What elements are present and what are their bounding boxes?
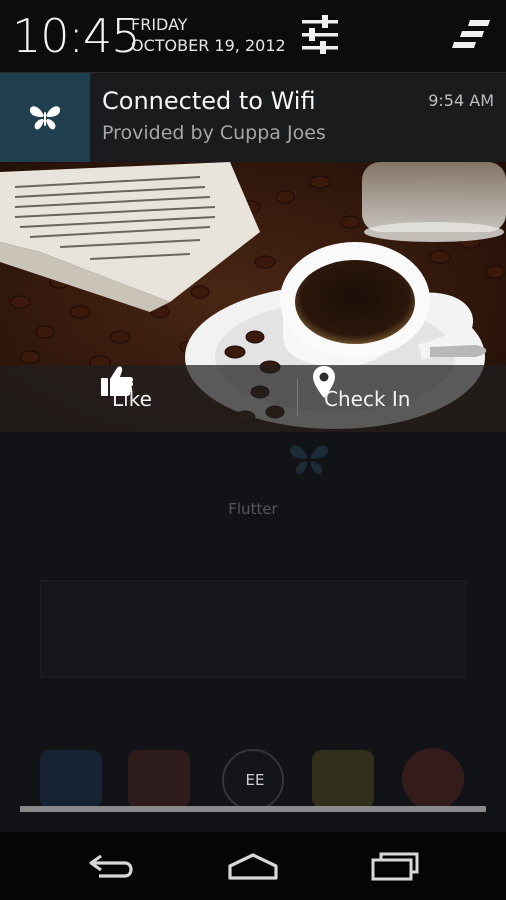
settings-sliders-icon [302, 15, 338, 54]
quick-settings-button[interactable] [300, 12, 342, 58]
check-in-label: Check In [324, 386, 411, 411]
notification-subtitle: Provided by Cuppa Joes [102, 122, 326, 144]
back-button[interactable] [77, 846, 147, 886]
ee-dock-label: EE [245, 771, 265, 789]
clock-time: 10:45 [12, 9, 141, 63]
ee-dock-icon: EE [222, 749, 284, 811]
day-label: FRIDAY [131, 15, 188, 34]
clear-notifications-icon [452, 20, 490, 48]
chrome-app-icon [402, 748, 464, 810]
messaging-app-icon [312, 750, 374, 808]
action-divider [297, 379, 298, 417]
butterfly-icon [29, 106, 61, 130]
power-control-widget [40, 580, 466, 678]
dimmed-home-screen: Flutter EE [0, 432, 506, 832]
thumbs-up-icon [101, 366, 134, 396]
home-button[interactable] [218, 846, 288, 886]
like-action-button[interactable]: Like [100, 365, 152, 432]
flutter-app-label: Flutter [228, 500, 278, 518]
notification-shade-handle[interactable] [20, 806, 486, 812]
flutter-app-icon [290, 445, 328, 475]
date-block: FRIDAY OCTOBER 19, 2012 [131, 14, 286, 56]
wifi-notification[interactable]: Connected to Wifi Provided by Cuppa Joes… [0, 72, 506, 163]
notification-icon-tile [0, 73, 90, 163]
location-pin-icon [313, 366, 335, 398]
notification-actions: Like Check In [0, 365, 506, 432]
notification-header: 10:45 FRIDAY OCTOBER 19, 2012 [0, 0, 506, 72]
clear-all-button[interactable] [450, 14, 496, 54]
home-icon [228, 853, 278, 880]
navigation-bar [0, 832, 506, 900]
recent-apps-button[interactable] [360, 846, 430, 886]
date-label: OCTOBER 19, 2012 [131, 36, 286, 55]
phone-app-icon [40, 750, 102, 808]
check-in-action-button[interactable]: Check In [312, 365, 410, 432]
notification-title: Connected to Wifi [102, 87, 316, 115]
notification-big-picture[interactable]: Like Check In [0, 162, 506, 432]
recent-apps-icon [371, 852, 419, 881]
back-arrow-icon [89, 854, 133, 878]
notification-time: 9:54 AM [428, 91, 494, 110]
people-app-icon [128, 750, 190, 808]
